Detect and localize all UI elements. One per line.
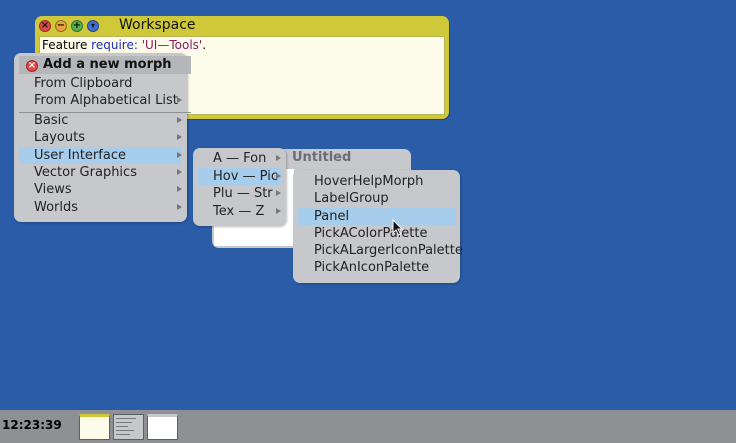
menu-item-layouts[interactable]: Layouts [19, 129, 182, 146]
collapse-icon[interactable]: ▾ [87, 20, 99, 32]
close-icon[interactable]: × [26, 60, 38, 72]
submenu-arrow-icon [177, 97, 182, 103]
menu-item-label: Vector Graphics [34, 165, 137, 180]
menu-item-range-plu-str[interactable]: Plu — Str [198, 185, 281, 202]
menu-item-label: Views [34, 182, 72, 197]
submenu-arrow-icon [276, 155, 281, 161]
code-keyword: require: [91, 38, 138, 52]
code-line: Feature require: 'UI—Tools'. [42, 38, 206, 52]
menu-item-vector-graphics[interactable]: Vector Graphics [19, 164, 182, 181]
taskbar-thumbnail-workspace[interactable] [79, 414, 110, 440]
submenu-arrow-icon [177, 117, 182, 123]
window-title: Workspace [119, 17, 196, 33]
window-title: Untitled [292, 150, 352, 165]
menu-item-label: From Clipboard [34, 76, 133, 91]
thumbnail-line [116, 434, 130, 435]
clock: 12:23:39 [2, 418, 62, 432]
menu-item-label: User Interface [34, 148, 126, 163]
menu-item-range-a-fon[interactable]: A — Fon [198, 150, 281, 167]
thumbnail-line [116, 430, 134, 431]
menu-item-pickaniconpalette[interactable]: PickAnIconPalette [298, 259, 455, 276]
taskbar: 12:23:39 [0, 410, 736, 443]
menu-item-label: HoverHelpMorph [314, 174, 424, 189]
menu-item-from-clipboard[interactable]: From Clipboard [19, 75, 182, 92]
menu-item-basic[interactable]: Basic [19, 112, 182, 129]
menu-title: Add a new morph [43, 57, 172, 72]
menu-item-label: Tex — Z [213, 204, 265, 219]
menu-title-bar: × Add a new morph [19, 56, 191, 74]
thumbnail-line [116, 418, 136, 419]
menu-item-label: Plu — Str [213, 186, 273, 201]
submenu-arrow-icon [177, 134, 182, 140]
menu-item-label: Basic [34, 113, 69, 128]
menu-item-label: A — Fon [213, 151, 267, 166]
menu-item-label: Panel [314, 209, 350, 224]
minimize-icon[interactable]: − [55, 20, 67, 32]
menu-item-label: PickALargerIconPalette [314, 243, 463, 258]
code-string: 'UI—Tools' [141, 38, 203, 52]
thumbnail-line [116, 426, 128, 427]
submenu-arrow-icon [177, 169, 182, 175]
menu-item-range-tex-z[interactable]: Tex — Z [198, 203, 281, 220]
menu-item-worlds[interactable]: Worlds [19, 199, 182, 216]
menu-item-label: PickAColorPalette [314, 226, 428, 241]
submenu-arrow-icon [177, 186, 182, 192]
code-period: . [202, 38, 207, 52]
submenu-arrow-icon [177, 152, 182, 158]
menu-item-label: Layouts [34, 130, 85, 145]
new-morph-menu: × Add a new morph From Clipboard From Al… [14, 53, 191, 222]
menu-item-label: From Alphabetical List [34, 93, 178, 108]
submenu-arrow-icon [276, 173, 281, 179]
menu-item-user-interface[interactable]: User Interface [19, 147, 182, 164]
menu-item-labelgroup[interactable]: LabelGroup [298, 190, 455, 207]
menu-item-label: PickAnIconPalette [314, 260, 430, 275]
menu-item-label: Hov — Pic [213, 169, 278, 184]
menu-item-range-hov-pic[interactable]: Hov — Pic [198, 168, 281, 185]
menu-item-from-alphabetical-list[interactable]: From Alphabetical List [19, 92, 182, 109]
menu-item-hoverhelpmorph[interactable]: HoverHelpMorph [298, 173, 455, 190]
menu-item-views[interactable]: Views [19, 181, 182, 198]
taskbar-thumbnail-untitled[interactable] [147, 414, 178, 440]
expand-icon[interactable]: + [71, 20, 83, 32]
submenu-arrow-icon [276, 208, 281, 214]
submenu-arrow-icon [177, 204, 182, 210]
taskbar-thumbnail-menu[interactable] [113, 414, 144, 440]
ui-range-submenu: A — Fon Hov — Pic Plu — Str Tex — Z [193, 148, 286, 226]
close-icon[interactable]: × [39, 20, 51, 32]
menu-item-pickalargericonpalette[interactable]: PickALargerIconPalette [298, 242, 463, 259]
menu-item-label: Worlds [34, 200, 79, 215]
code-receiver: Feature [42, 38, 92, 52]
menu-item-label: LabelGroup [314, 191, 389, 206]
submenu-arrow-icon [276, 190, 281, 196]
mouse-pointer-icon [392, 219, 404, 236]
workspace-titlebar[interactable]: × − + ▾ Workspace [35, 16, 449, 35]
morph-class-submenu: HoverHelpMorph LabelGroup Panel PickACol… [293, 170, 463, 283]
menu-item-panel[interactable]: Panel [298, 208, 456, 225]
menu-item-pickacolorpalette[interactable]: PickAColorPalette [298, 225, 455, 242]
thumbnail-line [116, 422, 132, 423]
